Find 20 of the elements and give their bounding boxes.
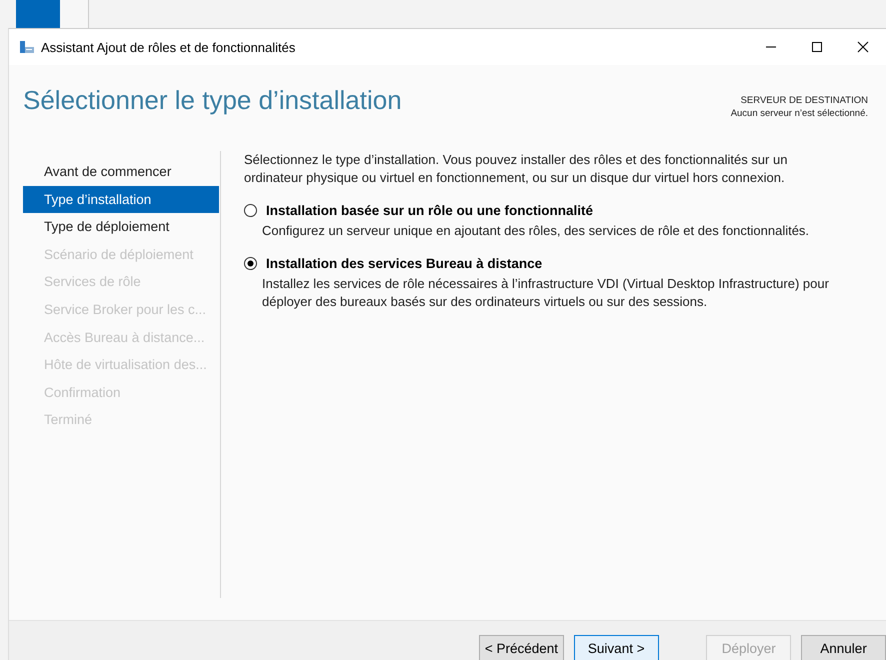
radio-button[interactable]: [244, 204, 257, 217]
destination-server: Aucun serveur n’est sélectionné.: [730, 107, 868, 120]
option-description: Installez les services de rôle nécessaires à l’infrastructure VDI (Virtual Desktop Infrastructure) pour déployer des bureaux basés sur des ordinateurs virtuels ou sur des sessions.: [262, 275, 830, 311]
intro-text: Sélectionnez le type d’installation. Vous pouvez installer des rôles et des fonctionnalités sur un ordinateur physique ou virtuel en fonctionnement, ou sur un disque dur virtuel hors connexion.: [244, 151, 788, 187]
page-title: Sélectionner le type d’installation: [23, 85, 402, 117]
wizard-app-icon: [19, 40, 35, 54]
wizard-button[interactable]: Suivant >: [574, 635, 659, 660]
wizard-button[interactable]: < Précédent: [479, 635, 564, 660]
wizard-step[interactable]: Type d’installation: [23, 186, 219, 214]
close-icon[interactable]: [857, 41, 869, 53]
option-label[interactable]: Installation des services Bureau à distance: [266, 256, 542, 271]
option-description: Configurez un serveur unique en ajoutant des rôles, des services de rôle et des fonctionnalités.: [262, 222, 810, 240]
wizard-button[interactable]: Annuler: [801, 635, 886, 660]
wizard-step[interactable]: Type de déploiement: [23, 213, 219, 241]
option-label[interactable]: Installation basée sur un rôle ou une fonctionnalité: [266, 203, 594, 218]
maximize-icon[interactable]: [811, 41, 823, 53]
window-title: Assistant Ajout de rôles et de fonctionnalités: [41, 40, 296, 54]
radio-button[interactable]: [244, 257, 257, 270]
wizard-step[interactable]: Avant de commencer: [23, 158, 219, 186]
destination-label: SERVEUR DE DESTINATION: [740, 94, 868, 107]
